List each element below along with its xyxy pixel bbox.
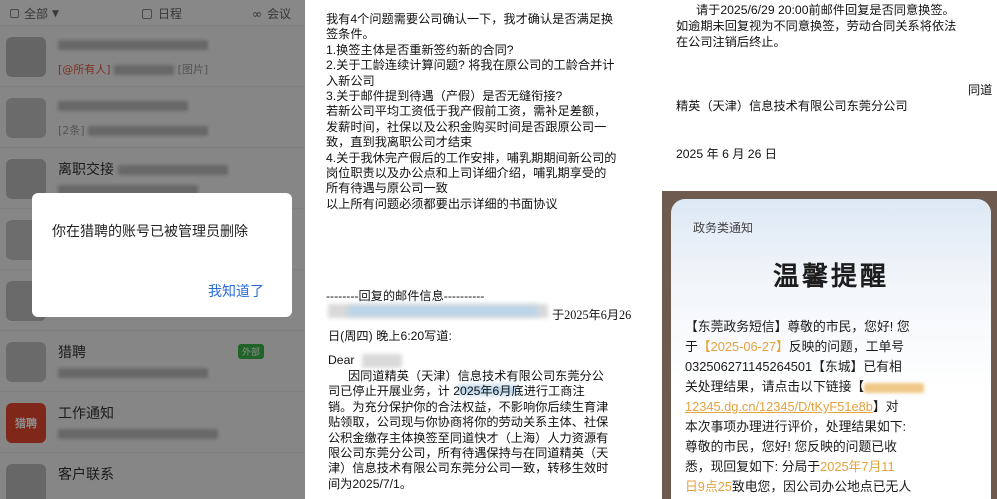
notice-card: 政务类通知 温馨提醒 【东莞政务短信】尊敬的市民，您好! 您 于【2025-06… [671, 199, 991, 499]
email-line: 津）信息技术有限公司东莞分公司一致，转移生效时 [328, 461, 609, 476]
email-line: 限公司东莞分公司，所有待遇保持与在同道精英（天 [328, 446, 609, 461]
notice-category: 政务类通知 [693, 221, 754, 235]
email-line: 贴领取，公司现与你协商将你的劳动关系主体、社保 [328, 415, 609, 430]
reply-separator: --------回复的邮件信息---------- [326, 289, 485, 303]
email-line: 4.关于我休完产假后的工作安排，哺乳期期间新公司的 [326, 150, 617, 165]
evaluation-link[interactable]: 12345.dg.cn/12345/D/tKyF51e8b [685, 399, 873, 414]
email-line: 销。为充分保护你的合法权益，不影响你后续生育津 [328, 399, 609, 414]
signature-date: 2025 年 6 月 26 日 [676, 147, 777, 161]
reply-time: 日(周四) 晚上6:20写道: [328, 329, 452, 343]
notice-body: 【东莞政务短信】尊敬的市民，您好! 您 于【2025-06-27】反映的问题，工… [685, 317, 985, 497]
greeting: Dear [328, 353, 355, 367]
email-line: 3.关于邮件提到待遇（产假）是否无缝衔接? [326, 89, 563, 104]
gov-notice-panel: 政务类通知 温馨提醒 【东莞政务短信】尊敬的市民，您好! 您 于【2025-06… [662, 191, 997, 499]
reply-date: 于2025年6月26 [552, 308, 632, 322]
email-line: 公积金缴存主体换签至同道快才（上海）人力资源有 [328, 430, 609, 445]
dialog-message: 你在猎聘的账号已被管理员删除 [52, 224, 248, 240]
signature-company: 精英（天津）信息技术有限公司东莞分公司 [676, 99, 908, 113]
email-line: 间为2025/7/1。 [328, 476, 413, 491]
chat-app-panel: 全部 ▼ 日程 ∞ 会议 [@所有人] [图片] [2条] 离职交接 猎聘 外部… [0, 0, 305, 499]
email-line: 在公司注销后终止。 [676, 35, 786, 49]
email-line: 致，直到我离职公司才结束 [326, 135, 473, 150]
redacted-email-address [348, 306, 538, 316]
account-deleted-dialog: 你在猎聘的账号已被管理员删除 我知道了 [32, 193, 292, 317]
email-line: 司已停止开展业务，计 2025年6月底进行工商注 [328, 384, 585, 399]
email-line: 签条件。 [326, 27, 375, 42]
email-line: 1.换签主体是否重新签约新的合同? [326, 42, 514, 57]
email-panel: 我有4个问题需要公司确认一下，我才确认是否满足换 签条件。 1.换签主体是否重新… [308, 0, 661, 499]
email-line: 发薪时间，社保以及公积金购买时间是否跟原公司一 [326, 119, 607, 134]
notice-title: 温馨提醒 [772, 262, 889, 292]
email-line: 若新公司平均工资低于我产假前工资，需补足差额， [326, 104, 607, 119]
acknowledge-button[interactable]: 我知道了 [208, 281, 264, 301]
email-line: 岗位职责以及办公点和上司详细介绍，哺乳期享受的 [326, 166, 607, 181]
email-line: 以上所有问题必须都要出示详细的书面协议 [326, 196, 558, 211]
email-tail-panel: 请于2025/6/29 20:00前邮件回复是否同意换签。 如逾期未回复视为不同… [664, 0, 997, 190]
email-line: 我有4个问题需要公司确认一下，我才确认是否满足换 [326, 12, 614, 26]
email-line: 因同道精英（天津）信息技术有限公司东莞分公 [348, 369, 604, 383]
email-line: 入新公司 [326, 73, 375, 88]
email-line: 2.关于工龄连续计算问题? 将我在原公司的工龄合并计 [326, 58, 615, 73]
email-body: 因同道精英（天津）信息技术有限公司东莞分公 司已停止开展业务，计 2025年6月… [328, 369, 650, 492]
redacted-name [362, 354, 402, 368]
signature-prefix: 同道 [968, 83, 993, 97]
email-questions: 我有4个问题需要公司确认一下，我才确认是否满足换 签条件。 1.换签主体是否重新… [326, 12, 656, 212]
email-line: 所有待遇与原公司一致 [326, 181, 448, 196]
